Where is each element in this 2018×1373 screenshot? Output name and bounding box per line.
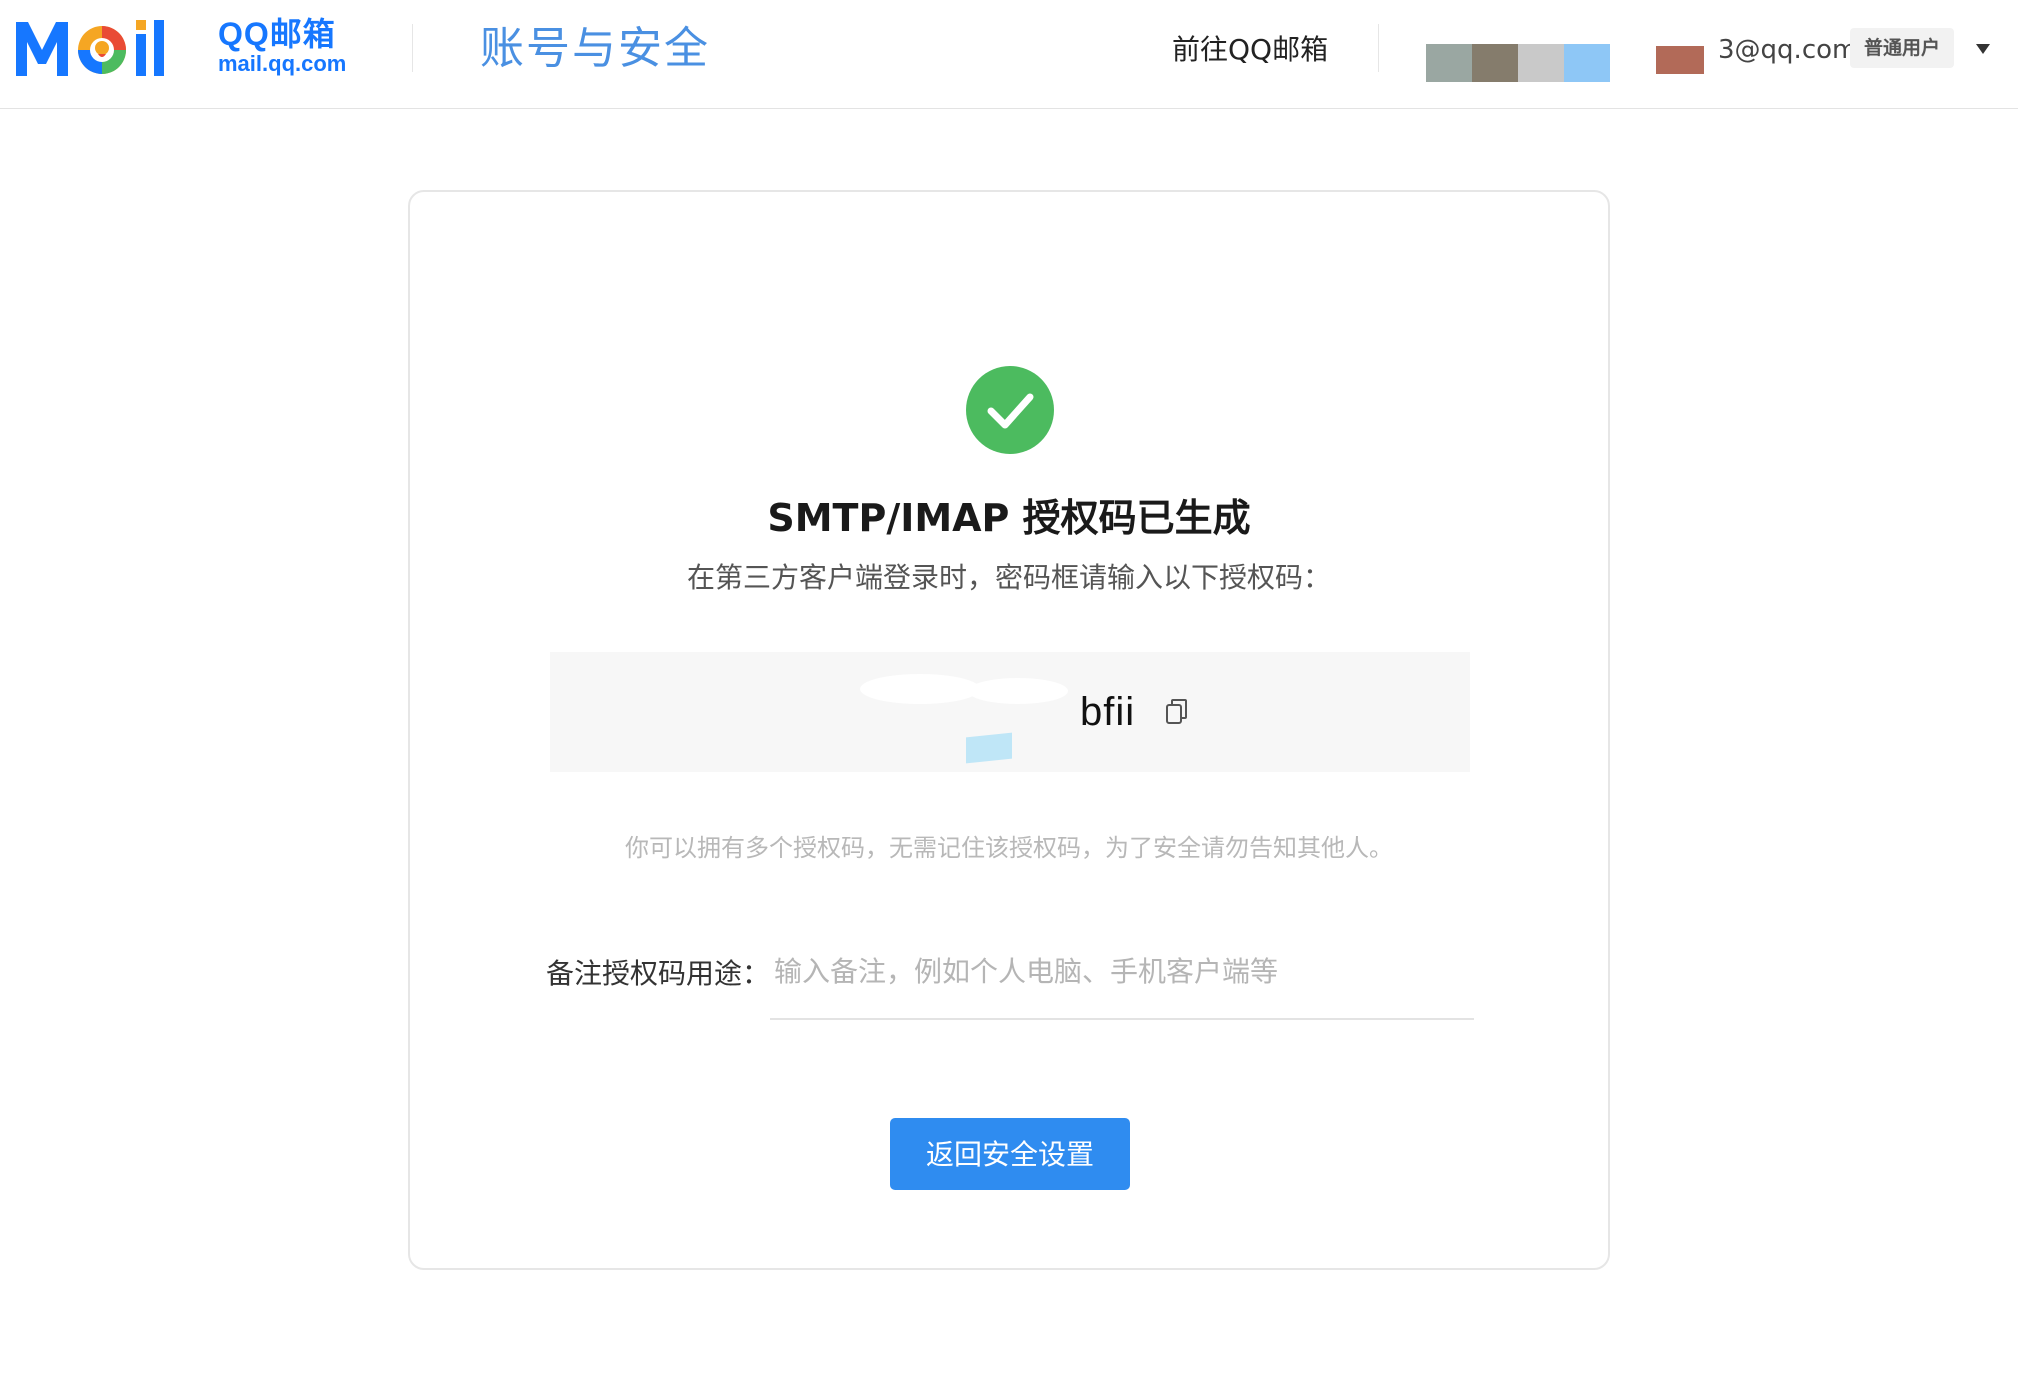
user-type-badge: 普通用户: [1850, 28, 1955, 68]
copy-icon[interactable]: [1164, 697, 1190, 727]
auth-code-box: bfii: [550, 652, 1470, 772]
logo-name: QQ邮箱: [218, 16, 336, 52]
redacted-code-part: [966, 732, 1012, 764]
note-label: 备注授权码用途：: [546, 957, 771, 990]
back-to-security-button[interactable]: 返回安全设置: [890, 1118, 1130, 1190]
redacted-code-part: [968, 678, 1068, 704]
redacted-code-part: [860, 674, 980, 704]
redacted-nickname: [1426, 44, 1610, 82]
caret-down-icon[interactable]: [1976, 44, 1990, 54]
header-divider: [412, 24, 413, 72]
header-divider: [1378, 24, 1379, 72]
mail-logo-icon[interactable]: [14, 14, 204, 80]
page-title: 账号与安全: [480, 23, 710, 74]
redacted-account-prefix: [1656, 46, 1704, 74]
logo-domain: mail.qq.com: [218, 51, 347, 76]
goto-qqmail-link[interactable]: 前往QQ邮箱: [1172, 30, 1328, 70]
security-hint: 你可以拥有多个授权码，无需记住该授权码，为了安全请勿告知其他人。: [625, 834, 1393, 862]
account-email: 3@qq.com: [1718, 35, 1858, 65]
logo-text: QQ邮箱 mail.qq.com: [218, 16, 346, 76]
note-input[interactable]: [770, 946, 1474, 1020]
auth-code-text: bfii: [1080, 690, 1136, 734]
top-header: QQ邮箱 mail.qq.com 账号与安全 前往QQ邮箱 3@qq.com 普…: [0, 0, 2018, 109]
check-circle-icon: [966, 366, 1054, 454]
result-subtitle: 在第三方客户端登录时，密码框请输入以下授权码：: [686, 561, 1331, 594]
result-title: SMTP/IMAP 授权码已生成: [767, 496, 1251, 540]
